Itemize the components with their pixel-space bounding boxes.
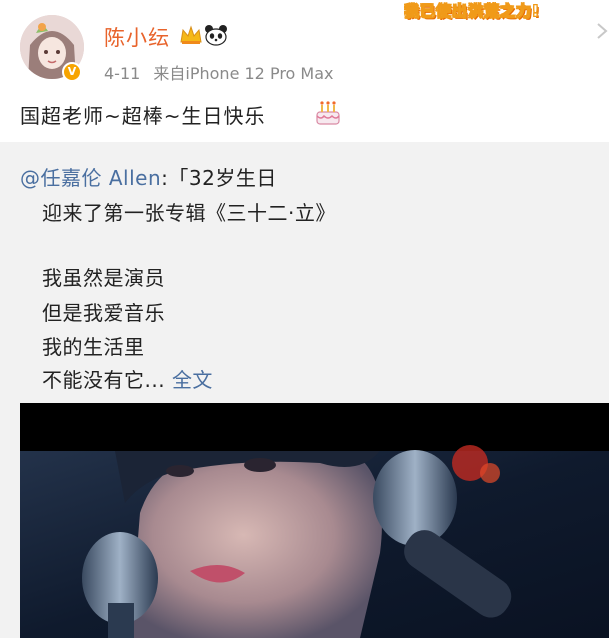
repost-line-2: 迎来了第一张专辑《三十二·立》: [42, 201, 336, 225]
repost-first-line: @任嘉伦 Allen:「32岁生日: [20, 162, 277, 191]
username[interactable]: 陈小纭: [104, 22, 170, 52]
repost-line-3: 我虽然是演员: [42, 266, 165, 290]
post-source: 来自iPhone 12 Pro Max: [153, 64, 334, 83]
repost-line-1: :「32岁生日: [161, 166, 277, 190]
mention-link[interactable]: @任嘉伦 Allen: [20, 166, 161, 190]
repost-line-4: 但是我爱音乐: [42, 301, 165, 325]
sticker-caption: 我已使出洪荒之力!: [404, 2, 540, 21]
repost-line-6: 不能没有它...: [42, 368, 166, 392]
cake-icon: [316, 101, 340, 125]
panda-icon: [205, 25, 227, 46]
repost-line-5: 我的生活里: [42, 335, 145, 359]
video-frame: [20, 403, 609, 638]
crown-icon: [180, 25, 202, 44]
read-more-link[interactable]: 全文: [172, 368, 213, 392]
post-text: 国超老师~超棒~生日快乐: [20, 104, 266, 128]
repost-card[interactable]: @任嘉伦 Allen:「32岁生日 迎来了第一张专辑《三十二·立》 我虽然是演员…: [0, 142, 609, 638]
post-time: 4-11: [104, 64, 141, 83]
arrow-right-icon[interactable]: [595, 22, 609, 40]
post-header: V 陈小纭 4-11 来自iPhone 12 Pro Max 我已使出洪荒之力!: [0, 0, 609, 92]
post-meta: 4-11 来自iPhone 12 Pro Max: [104, 60, 342, 84]
verified-badge-icon: V: [62, 62, 82, 82]
repost-line-6-row: 不能没有它... 全文: [42, 364, 213, 393]
video-thumbnail[interactable]: [20, 403, 609, 638]
